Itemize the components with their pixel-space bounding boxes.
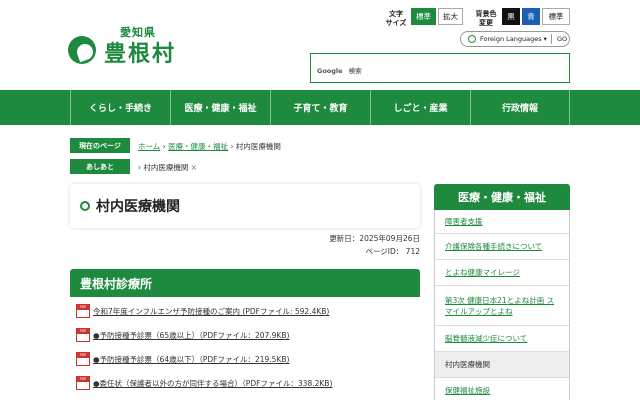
sidebar-item-link[interactable]: 介護保険各種手続きについて xyxy=(445,241,542,252)
text-size-large-button[interactable]: 拡大 xyxy=(438,8,463,25)
section-heading: 豊根村診療所 xyxy=(70,269,420,297)
bg-blue-button[interactable]: 青 xyxy=(522,8,540,25)
sidebar-item[interactable]: 脳脊髄液減少症について xyxy=(435,326,569,352)
page-title: 村内医療機関 xyxy=(96,199,180,215)
sidebar-item-link[interactable]: とよね健康マイレージ xyxy=(445,267,520,278)
nav-item-childcare[interactable]: 子育て・教育 xyxy=(270,90,370,125)
sidebar-item[interactable]: 障害者支援 xyxy=(435,210,569,234)
sidebar-item[interactable]: 保健福祉施設 xyxy=(435,378,569,400)
page-title-box: 村内医療機関 xyxy=(70,184,420,228)
pdf-icon xyxy=(76,328,90,342)
nav-item-medical[interactable]: 医療・健康・福祉 xyxy=(170,90,270,125)
sidebar-item[interactable]: 介護保険各種手続きについて xyxy=(435,234,569,260)
language-go-button[interactable]: GO xyxy=(557,35,567,43)
pdf-link[interactable]: ●予防接種予診票（64歳以下）（PDFファイル：219.5KB) xyxy=(93,354,289,365)
language-selector[interactable]: Foreign Languages ▾ GO xyxy=(460,31,570,47)
pdf-icon xyxy=(76,352,90,366)
site-logo[interactable]: 愛知県 豊根村 xyxy=(68,24,188,67)
bg-color-label: 背景色 変更 xyxy=(475,10,497,27)
sidebar-item-link[interactable]: 第3次 健康日本21とよね計画 スマイルアップとよね xyxy=(445,295,559,317)
sidebar-item[interactable]: 第3次 健康日本21とよね計画 スマイルアップとよね xyxy=(435,286,569,326)
text-size-standard-button[interactable]: 標準 xyxy=(411,8,436,25)
pdf-icon xyxy=(76,304,90,318)
nav-item-living[interactable]: くらし・手続き xyxy=(70,90,170,125)
pdf-link[interactable]: ●予防接種予診票（65歳以上）（PDFファイル：207.9KB) xyxy=(93,330,289,341)
list-item: ●委任状（保護者以外の方が同伴する場合）（PDFファイル：338.2KB) xyxy=(76,376,332,390)
sidebar-item-current: 村内医療機関 xyxy=(435,352,569,378)
global-nav: くらし・手続き 医療・健康・福祉 子育て・教育 しごと・産業 行政情報 xyxy=(0,90,640,125)
sidebar-item[interactable]: とよね健康マイレージ xyxy=(435,260,569,286)
sidebar-item-link[interactable]: 障害者支援 xyxy=(445,216,483,227)
breadcrumb-label: 現在のページ xyxy=(70,138,130,153)
page-id: ページID： 712 xyxy=(365,247,420,256)
nav-item-admin[interactable]: 行政情報 xyxy=(470,90,570,125)
pdf-link[interactable]: ●委任状（保護者以外の方が同伴する場合）（PDFファイル：338.2KB) xyxy=(93,378,332,389)
pdf-link[interactable]: 令和7年度インフルエンザ予防接種のご案内 (PDFファイル: 592.4KB) xyxy=(93,306,329,317)
breadcrumb-category-link[interactable]: 医療・健康・福祉 xyxy=(168,142,228,151)
list-item: ●予防接種予診票（64歳以下）（PDFファイル：219.5KB) xyxy=(76,352,289,366)
history-trail: › 村内医療機関 × xyxy=(138,162,197,173)
sidebar-title[interactable]: 医療・健康・福祉 xyxy=(434,184,570,210)
bg-standard-button[interactable]: 標準 xyxy=(542,8,570,25)
breadcrumb: ホーム › 医療・健康・福祉 › 村内医療機関 xyxy=(138,141,281,152)
history-label: あしあと xyxy=(70,159,130,174)
text-size-label: 文字 サイズ xyxy=(385,10,407,27)
ring-bullet-icon xyxy=(80,201,90,211)
list-item: ●予防接種予診票（65歳以上）（PDFファイル：207.9KB) xyxy=(76,328,289,342)
close-icon[interactable]: × xyxy=(191,163,197,172)
divider xyxy=(550,34,552,44)
globe-icon xyxy=(468,35,476,43)
search-placeholder: 検索 xyxy=(348,67,362,75)
breadcrumb-current: 村内医療機関 xyxy=(235,142,281,151)
sidebar-item-link[interactable]: 保健福祉施設 xyxy=(445,385,490,396)
search-brand: Google xyxy=(317,67,343,75)
sidebar-item-label: 村内医療機関 xyxy=(445,360,490,369)
history-item[interactable]: 村内医療機関 xyxy=(143,163,188,172)
logo-village-name: 豊根村 xyxy=(104,42,177,67)
sidebar-item-link[interactable]: 脳脊髄液減少症について xyxy=(445,333,527,344)
village-emblem-icon xyxy=(68,36,96,64)
list-item: 令和7年度インフルエンザ予防接種のご案内 (PDFファイル: 592.4KB) xyxy=(76,304,329,318)
nav-item-work[interactable]: しごと・産業 xyxy=(370,90,470,125)
pdf-icon xyxy=(76,376,90,390)
sidebar-list: 障害者支援 介護保険各種手続きについて とよね健康マイレージ 第3次 健康日本2… xyxy=(434,210,570,400)
language-label[interactable]: Foreign Languages ▾ xyxy=(480,35,547,43)
breadcrumb-home-link[interactable]: ホーム xyxy=(138,142,160,151)
search-input[interactable]: Google 検索 xyxy=(310,53,570,83)
updated-date: 更新日：2025年09月26日 xyxy=(329,234,420,243)
bg-black-button[interactable]: 黒 xyxy=(502,8,520,25)
